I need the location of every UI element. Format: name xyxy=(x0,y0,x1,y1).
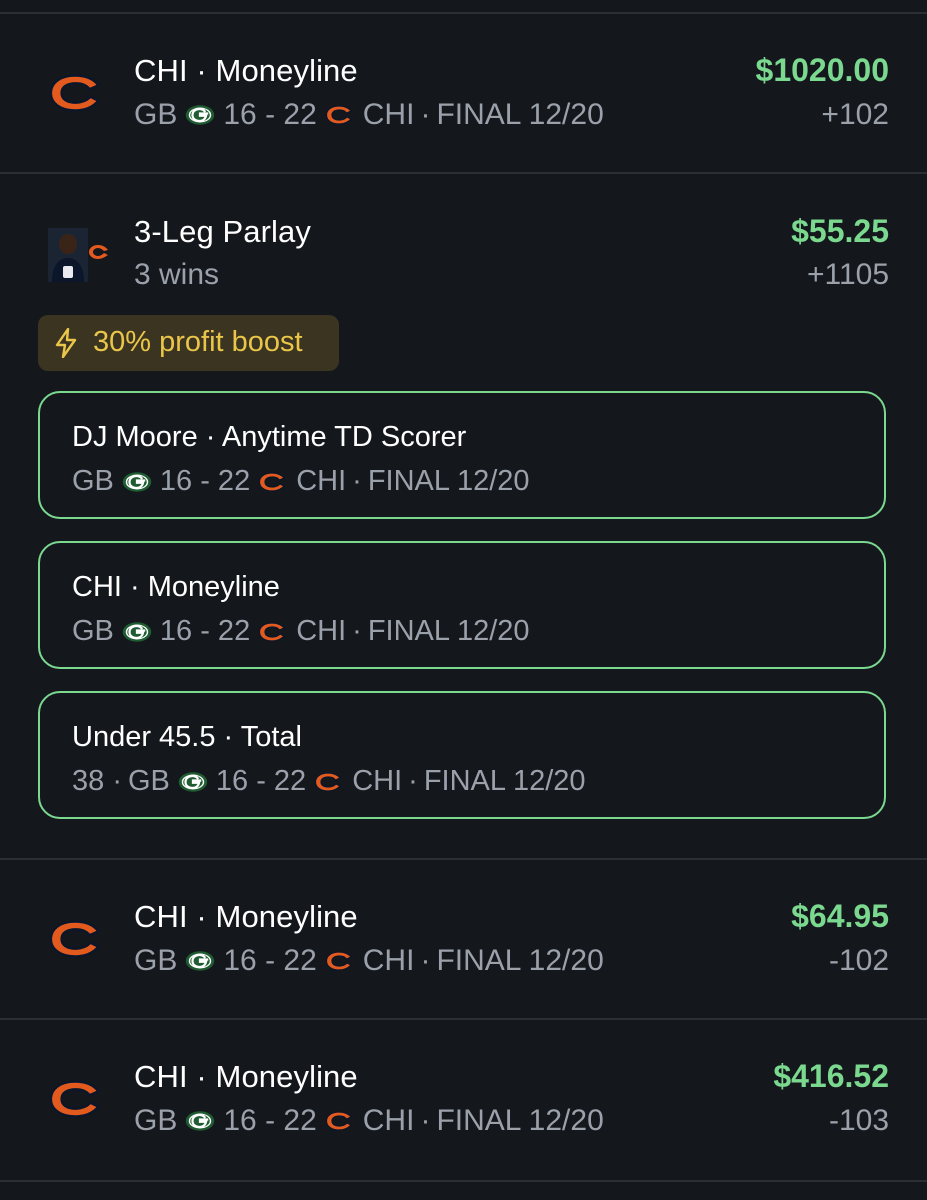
parlay-subtitle: 3 wins xyxy=(134,258,220,291)
separator-dot: · xyxy=(352,465,362,497)
away-team: GB xyxy=(72,465,114,497)
leg-title: Under 45.5 · Total xyxy=(72,721,302,753)
score: 16 - 22 xyxy=(159,465,251,497)
bet-title: CHI · Moneyline xyxy=(134,53,358,88)
game-status: FINAL 12/20 xyxy=(367,465,530,497)
score: 16 - 22 xyxy=(223,98,317,131)
leg-title: CHI · Moneyline xyxy=(72,571,280,603)
packers-logo-icon xyxy=(185,950,215,972)
leg-title: DJ Moore · Anytime TD Scorer xyxy=(72,421,467,453)
separator-dot: · xyxy=(352,615,362,647)
bears-logo-icon xyxy=(48,919,106,959)
game-status: FINAL 12/20 xyxy=(436,98,604,131)
parlay-leg[interactable]: Under 45.5 · Total 38 · GB 16 - 22 CHI ·… xyxy=(38,691,886,819)
home-team: CHI xyxy=(362,98,415,131)
parlay-leg[interactable]: DJ Moore · Anytime TD Scorer GB 16 - 22 … xyxy=(38,391,886,519)
boost-label: 30% profit boost xyxy=(93,326,303,358)
bet-title: CHI · Moneyline xyxy=(134,899,358,934)
packers-logo-icon xyxy=(178,771,208,793)
home-team: CHI xyxy=(352,765,403,797)
odds: -102 xyxy=(828,944,889,977)
odds: -103 xyxy=(828,1104,889,1137)
payout-amount: $64.95 xyxy=(791,898,889,934)
away-team: GB xyxy=(127,765,170,797)
packers-logo-icon xyxy=(185,104,215,126)
home-team: CHI xyxy=(362,944,415,977)
leg-game-summary: GB 16 - 22 CHI · FINAL 12/20 xyxy=(72,615,530,648)
bears-logo-icon xyxy=(48,73,106,113)
parlay-leg[interactable]: CHI · Moneyline GB 16 - 22 CHI · FINAL 1… xyxy=(38,541,886,669)
bet-title: CHI · Moneyline xyxy=(134,1059,358,1094)
payout-amount: $416.52 xyxy=(773,1058,889,1094)
separator-dot: · xyxy=(420,98,431,131)
away-team: GB xyxy=(134,98,178,131)
bet-card[interactable]: CHI · Moneyline GB 16 - 22 CHI · FINAL 1… xyxy=(0,860,927,1018)
packers-logo-icon xyxy=(185,1110,215,1132)
parlay-title: 3-Leg Parlay xyxy=(134,214,311,249)
game-summary: GB 16 - 22 CHI · FINAL 12/20 xyxy=(134,98,604,132)
bears-logo-icon xyxy=(325,1110,355,1132)
score: 16 - 22 xyxy=(159,615,251,647)
player-photo-icon xyxy=(48,228,108,282)
score: 16 - 22 xyxy=(223,944,317,977)
separator-dot: · xyxy=(420,944,431,977)
game-status: FINAL 12/20 xyxy=(436,1104,604,1137)
home-team: CHI xyxy=(296,615,347,647)
away-team: GB xyxy=(72,615,114,647)
home-team: CHI xyxy=(296,465,347,497)
game-status: FINAL 12/20 xyxy=(436,944,604,977)
game-summary: GB 16 - 22 CHI · FINAL 12/20 xyxy=(134,944,604,978)
leg-game-summary: GB 16 - 22 CHI · FINAL 12/20 xyxy=(72,465,530,498)
packers-logo-icon xyxy=(122,621,152,643)
bears-logo-icon xyxy=(258,471,288,493)
bears-logo-icon xyxy=(48,1079,106,1119)
bears-logo-icon xyxy=(325,950,355,972)
bet-card[interactable]: CHI · Moneyline GB 16 - 22 CHI · FINAL 1… xyxy=(0,1020,927,1178)
home-team: CHI xyxy=(362,1104,415,1137)
bottom-divider xyxy=(0,1180,927,1182)
bears-logo-icon xyxy=(258,621,288,643)
bet-card[interactable]: CHI · Moneyline GB 16 - 22 CHI · FINAL 1… xyxy=(0,14,927,172)
score: 16 - 22 xyxy=(215,765,307,797)
bears-logo-icon xyxy=(314,771,344,793)
odds: +1105 xyxy=(806,258,889,291)
profit-boost-badge: 30% profit boost xyxy=(38,315,339,371)
odds: +102 xyxy=(821,98,889,131)
game-summary: GB 16 - 22 CHI · FINAL 12/20 xyxy=(134,1104,604,1138)
leg-game-summary: 38 · GB 16 - 22 CHI · FINAL 12/20 xyxy=(72,765,586,798)
score: 16 - 22 xyxy=(223,1104,317,1137)
payout-amount: $55.25 xyxy=(791,213,889,249)
separator-dot: · xyxy=(408,765,418,797)
game-status: FINAL 12/20 xyxy=(367,615,530,647)
away-team: GB xyxy=(134,944,178,977)
separator-dot: · xyxy=(420,1104,431,1137)
away-team: GB xyxy=(134,1104,178,1137)
payout-amount: $1020.00 xyxy=(755,52,889,88)
game-status: FINAL 12/20 xyxy=(423,765,586,797)
bears-logo-icon xyxy=(325,104,355,126)
total-points: 38 · xyxy=(72,765,122,797)
packers-logo-icon xyxy=(122,471,152,493)
lightning-bolt-icon xyxy=(55,328,77,358)
